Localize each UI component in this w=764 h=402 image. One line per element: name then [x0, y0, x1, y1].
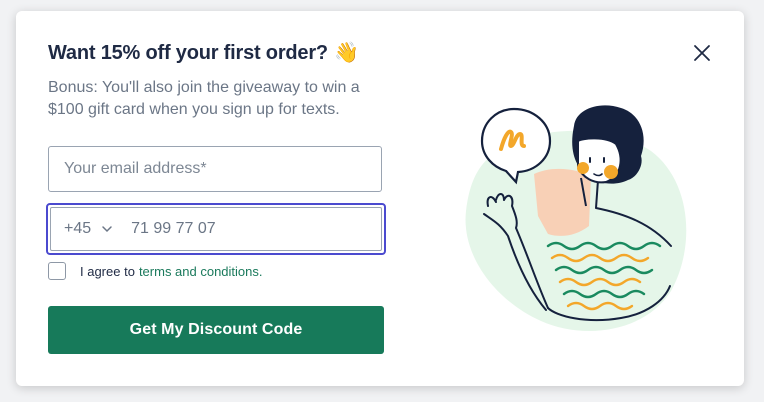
modal-subtitle: Bonus: You'll also join the giveaway to … [48, 79, 360, 118]
email-field[interactable]: Your email address* [48, 146, 382, 192]
chevron-down-icon [102, 226, 112, 233]
title-text: Want 15% off your first order? [48, 42, 328, 64]
terms-link[interactable]: terms and conditions. [139, 264, 263, 279]
woman-waving-illustration [465, 105, 687, 331]
country-code-select[interactable]: +45 [51, 220, 113, 238]
signup-modal: Want 15% off your first order? 👋 Bonus: Y… [16, 11, 744, 386]
phone-number-input[interactable]: 71 99 77 07 [131, 220, 216, 238]
get-discount-button[interactable]: Get My Discount Code [48, 306, 384, 354]
close-icon[interactable] [692, 43, 712, 63]
get-discount-button-label: Get My Discount Code [129, 321, 303, 338]
country-code-value: +45 [64, 220, 92, 237]
modal-title: Want 15% off your first order? 👋 [48, 40, 359, 65]
terms-checkbox[interactable] [48, 262, 66, 280]
email-placeholder: Your email address* [64, 160, 207, 177]
consent-row: I agree to terms and conditions. [48, 262, 263, 280]
consent-label: I agree to [80, 263, 135, 279]
waving-hand-emoji: 👋 [333, 42, 359, 64]
phone-field-inner[interactable]: +45 71 99 77 07 [50, 207, 382, 251]
phone-field[interactable]: +45 71 99 77 07 [46, 203, 386, 255]
